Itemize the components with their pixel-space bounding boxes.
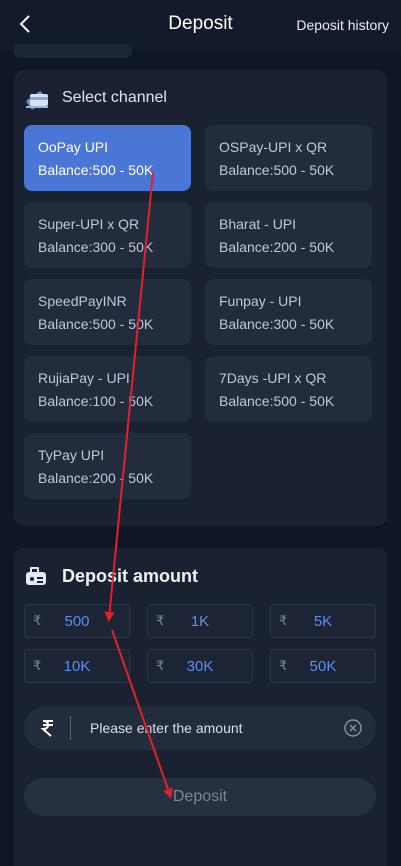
deposit-amount-card: Deposit amount ₹ 500 ₹ 1K ₹ 5K ₹ 10K ₹ 3…: [14, 548, 387, 866]
deposit-amount-title: Deposit amount: [62, 565, 199, 586]
channel-name: OoPay UPI: [38, 139, 109, 155]
channel-balance: Balance:200 - 50K: [38, 470, 154, 486]
cash-machine-icon: [26, 567, 46, 585]
header-tab-strip: [14, 44, 132, 58]
preset-value: 30K: [186, 658, 214, 675]
preset-value: 5K: [313, 613, 333, 630]
channel-name: TyPay UPI: [38, 447, 105, 463]
channel-balance: Balance:500 - 50K: [38, 162, 154, 178]
channel-oopay-upi[interactable]: OoPay UPI Balance:500 - 50K: [24, 125, 191, 191]
channel-name: Super-UPI x QR: [38, 216, 140, 232]
channel-balance: Balance:500 - 50K: [38, 316, 154, 332]
deposit-history-link[interactable]: Deposit history: [296, 17, 389, 33]
channel-name: 7Days -UPI x QR: [219, 370, 327, 386]
channel-name: SpeedPayINR: [38, 293, 127, 309]
channel-typay-upi[interactable]: TyPay UPI Balance:200 - 50K: [24, 433, 191, 499]
select-channel-header: Select channel: [24, 86, 167, 110]
preset-value: 50K: [309, 658, 337, 675]
channel-ospay-upi-qr[interactable]: OSPay-UPI x QR Balance:500 - 50K: [205, 125, 372, 191]
deposit-amount-header: Deposit amount: [24, 564, 198, 588]
channel-balance: Balance:200 - 50K: [219, 239, 335, 255]
close-circle-icon[interactable]: [344, 719, 362, 737]
channel-rujiapay-upi[interactable]: RujiaPay - UPI Balance:100 - 50K: [24, 356, 191, 422]
deposit-button[interactable]: Deposit: [24, 778, 376, 816]
preset-value: 1K: [190, 613, 210, 630]
preset-amount-10k[interactable]: ₹ 10K: [24, 649, 130, 683]
select-channel-title: Select channel: [62, 89, 167, 106]
top-bar: Deposit Deposit history: [0, 0, 401, 50]
preset-value: 10K: [63, 658, 91, 675]
preset-amount-50k[interactable]: ₹ 50K: [270, 649, 376, 683]
channel-super-upi-qr[interactable]: Super-UPI x QR Balance:300 - 50K: [24, 202, 191, 268]
amount-input-container[interactable]: [24, 706, 376, 750]
amount-input[interactable]: [90, 717, 330, 739]
channel-balance: Balance:300 - 50K: [38, 239, 154, 255]
preset-amount-30k[interactable]: ₹ 30K: [147, 649, 253, 683]
rupee-icon: [40, 720, 53, 737]
preset-value: 500: [64, 613, 90, 630]
channel-balance: Balance:500 - 50K: [219, 162, 335, 178]
channel-balance: Balance:500 - 50K: [219, 393, 335, 409]
channel-name: RujiaPay - UPI: [38, 370, 130, 386]
preset-amount-5k[interactable]: ₹ 5K: [270, 604, 376, 638]
channel-bharat-upi[interactable]: Bharat - UPI Balance:200 - 50K: [205, 202, 372, 268]
channel-speedpayinr[interactable]: SpeedPayINR Balance:500 - 50K: [24, 279, 191, 345]
channel-funpay-upi[interactable]: Funpay - UPI Balance:300 - 50K: [205, 279, 372, 345]
channel-balance: Balance:300 - 50K: [219, 316, 335, 332]
channel-name: OSPay-UPI x QR: [219, 139, 328, 155]
channel-7days-upi-qr[interactable]: 7Days -UPI x QR Balance:500 - 50K: [205, 356, 372, 422]
channel-balance: Balance:100 - 50K: [38, 393, 154, 409]
channel-name: Funpay - UPI: [219, 293, 302, 309]
wallet-card-icon: [26, 91, 48, 110]
preset-amount-1k[interactable]: ₹ 1K: [147, 604, 253, 638]
input-divider: [70, 716, 71, 740]
select-channel-card: Select channel OoPay UPI Balance:500 - 5…: [14, 70, 387, 526]
preset-amount-500[interactable]: ₹ 500: [24, 604, 130, 638]
channel-name: Bharat - UPI: [219, 216, 297, 232]
